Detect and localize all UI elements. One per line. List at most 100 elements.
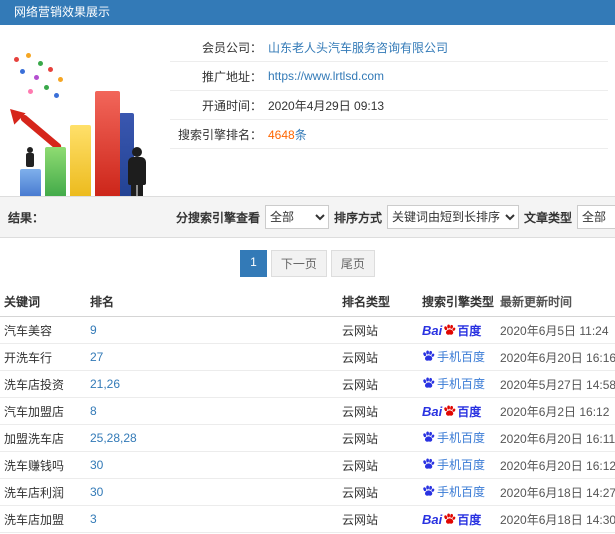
rank-cell[interactable]: 27 <box>86 344 338 370</box>
baidu-bai-text: Bai <box>422 322 443 338</box>
keyword-cell: 汽车美容 <box>4 323 53 338</box>
table-row: 洗车店利润 30 云网站 手机百度 2020年6月18日 14:27 <box>0 479 615 506</box>
baidu-mobile-text: 手机百度 <box>437 485 486 499</box>
promo-url-label: 推广地址： <box>201 69 262 84</box>
rank-cell[interactable]: 25,28,28 <box>86 425 338 451</box>
header-updated-time: 最新更新时间 <box>500 295 573 309</box>
table-row: 汽车美容 9 云网站 Bai 百度 2020年6月5日 11:24 <box>0 317 615 344</box>
baidu-paw-icon <box>423 485 435 496</box>
rank-cell[interactable]: 21,26 <box>86 371 338 397</box>
open-time-value: 2020年4月29日 09:13 <box>268 98 385 113</box>
engine-cell: 手机百度 <box>418 369 496 399</box>
baidu-bai-text: Bai <box>422 511 443 527</box>
keyword-cell: 洗车店加盟 <box>4 512 65 527</box>
mini-figure-decoration <box>24 147 36 167</box>
rank-type-cell: 云网站 <box>342 323 379 338</box>
baidu-mobile-logo: 手机百度 <box>422 429 485 446</box>
updated-cell: 2020年6月5日 11:24 <box>500 323 609 338</box>
summary-section: 会员公司： 山东老人头汽车服务咨询有限公司 推广地址： https://www.… <box>0 25 615 209</box>
company-link[interactable]: 山东老人头汽车服务咨询有限公司 <box>268 39 448 56</box>
engine-cell: 手机百度 <box>418 477 496 507</box>
baidu-paw-icon <box>444 405 456 416</box>
open-time-label: 开通时间： <box>201 98 262 113</box>
engine-cell: 手机百度 <box>418 423 496 453</box>
rank-type-cell: 云网站 <box>342 485 379 500</box>
baidu-cn-text: 百度 <box>457 404 482 419</box>
rank-cell[interactable]: 9 <box>86 317 338 343</box>
baidu-paw-icon <box>423 377 435 388</box>
table-row: 洗车店投资 21,26 云网站 手机百度 2020年5月27日 14:58 <box>0 371 615 398</box>
baidu-bai-text: Bai <box>422 403 443 419</box>
baidu-paw-icon <box>423 350 435 361</box>
chart-bar-red <box>95 91 120 209</box>
rank-type-cell: 云网站 <box>342 458 379 473</box>
type-select[interactable]: 全部 <box>577 205 615 229</box>
baidu-pc-logo: Bai 百度 <box>422 322 481 339</box>
engine-select[interactable]: 全部 <box>265 205 330 229</box>
rank-count-value: 4648条 <box>268 126 307 143</box>
updated-cell: 2020年6月20日 16:12 <box>500 458 615 473</box>
rank-type-cell: 云网站 <box>342 512 379 527</box>
type-filter-label: 文章类型 <box>524 210 573 225</box>
baidu-mobile-logo: 手机百度 <box>422 456 485 473</box>
rank-cell[interactable]: 30 <box>86 479 338 505</box>
rank-count-label: 搜索引擎排名： <box>177 127 262 142</box>
baidu-mobile-text: 手机百度 <box>437 350 486 364</box>
baidu-cn-text: 百度 <box>457 512 482 527</box>
table-row: 洗车赚钱吗 30 云网站 手机百度 2020年6月20日 16:12 <box>0 452 615 479</box>
header-rank: 排名 <box>90 295 115 309</box>
company-label: 会员公司： <box>201 40 262 55</box>
rank-type-cell: 云网站 <box>342 350 379 365</box>
table-header-row: 关键词 排名 排名类型 搜索引擎类型 最新更新时间 <box>0 287 615 317</box>
rank-count-number: 4648 <box>268 127 295 142</box>
updated-cell: 2020年6月18日 14:27 <box>500 485 615 500</box>
engine-cell: Bai 百度 <box>418 397 496 426</box>
table-row: 加盟洗车店 25,28,28 云网站 手机百度 2020年6月20日 16:11 <box>0 425 615 452</box>
updated-cell: 2020年6月20日 16:11 <box>500 431 615 446</box>
sort-select[interactable]: 关键词由短到长排序 <box>387 205 520 229</box>
filter-bar: 结果： 分搜索引擎查看 全部 排序方式 关键词由短到长排序 文章类型 全部 提交 <box>0 196 615 238</box>
info-row-open-time: 开通时间： 2020年4月29日 09:13 <box>170 91 608 120</box>
keyword-cell: 洗车店投资 <box>4 377 65 392</box>
top-bar: 网络营销效果展示 <box>0 0 615 25</box>
rank-cell[interactable]: 8 <box>86 398 338 424</box>
rank-type-cell: 云网站 <box>342 431 379 446</box>
engine-cell: 手机百度 <box>418 342 496 372</box>
keyword-cell: 加盟洗车店 <box>4 431 65 446</box>
header-rank-type: 排名类型 <box>342 295 391 309</box>
updated-cell: 2020年5月27日 14:58 <box>500 377 615 392</box>
table-body: 汽车美容 9 云网站 Bai 百度 2020年6月5日 11:24 开洗车行 27 云网站 手机百… <box>0 317 615 533</box>
baidu-pc-logo: Bai 百度 <box>422 511 481 528</box>
info-row-url: 推广地址： https://www.lrtlsd.com <box>170 62 608 91</box>
engine-cell: 手机百度 <box>418 450 496 480</box>
updated-cell: 2020年6月18日 14:30 <box>500 512 615 527</box>
header-keyword: 关键词 <box>4 295 41 309</box>
rank-cell[interactable]: 3 <box>86 506 338 532</box>
rank-type-cell: 云网站 <box>342 404 379 419</box>
table-row: 开洗车行 27 云网站 手机百度 2020年6月20日 16:16 <box>0 344 615 371</box>
updated-cell: 2020年6月2日 16:12 <box>500 404 610 419</box>
engine-cell: Bai 百度 <box>418 505 496 534</box>
baidu-mobile-text: 手机百度 <box>437 377 486 391</box>
pagination-next-button[interactable]: 下一页 <box>270 250 327 277</box>
growth-arrow-icon <box>19 113 63 152</box>
pagination-last-button[interactable]: 尾页 <box>330 250 375 277</box>
baidu-mobile-logo: 手机百度 <box>422 483 485 500</box>
results-section-label: 结果： <box>8 210 45 225</box>
baidu-cn-text: 百度 <box>457 323 482 338</box>
header-engine-type: 搜索引擎类型 <box>422 295 495 309</box>
baidu-mobile-text: 手机百度 <box>437 431 486 445</box>
info-panel: 会员公司： 山东老人头汽车服务咨询有限公司 推广地址： https://www.… <box>170 33 608 149</box>
keyword-cell: 开洗车行 <box>4 350 53 365</box>
keyword-cell: 洗车店利润 <box>4 485 65 500</box>
results-table: 关键词 排名 排名类型 搜索引擎类型 最新更新时间 汽车美容 9 云网站 Bai 百度 2… <box>0 287 615 533</box>
promo-url-link[interactable]: https://www.lrtlsd.com <box>268 69 384 83</box>
baidu-paw-icon <box>423 431 435 442</box>
keyword-cell: 洗车赚钱吗 <box>4 458 65 473</box>
rank-type-cell: 云网站 <box>342 377 379 392</box>
rank-cell[interactable]: 30 <box>86 452 338 478</box>
pagination-current-page[interactable]: 1 <box>240 250 267 277</box>
info-row-company: 会员公司： 山东老人头汽车服务咨询有限公司 <box>170 33 608 62</box>
engine-filter-label: 分搜索引擎查看 <box>176 210 261 225</box>
sort-filter-label: 排序方式 <box>334 210 383 225</box>
